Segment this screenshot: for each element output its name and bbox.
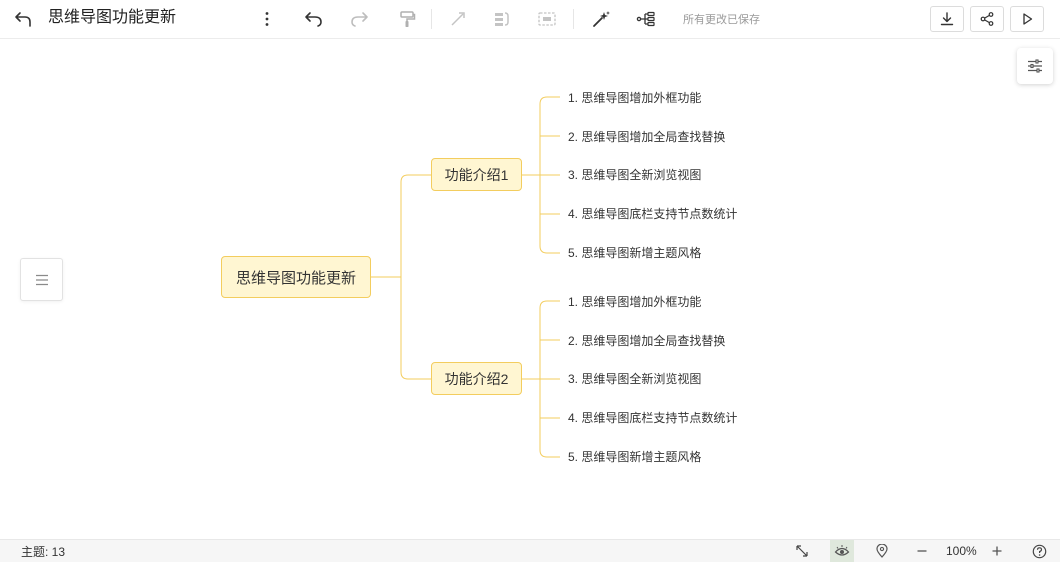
fit-screen-icon[interactable] (795, 540, 809, 562)
mindmap-connectors (371, 96, 560, 458)
branch-topic-2[interactable]: 功能介绍2 (431, 362, 522, 395)
leaf-topic[interactable]: 2. 思维导图增加全局查找替换 (568, 334, 725, 348)
branch-topic-1[interactable]: 功能介绍1 (431, 158, 522, 191)
leaf-topic[interactable]: 4. 思维导图底栏支持节点数统计 (568, 411, 737, 425)
zoom-out-icon[interactable] (916, 540, 928, 562)
leaf-topic[interactable]: 2. 思维导图增加全局查找替换 (568, 130, 725, 144)
leaf-topic[interactable]: 1. 思维导图增加外框功能 (568, 91, 701, 105)
leaf-topic[interactable]: 5. 思维导图新增主题风格 (568, 246, 701, 260)
root-topic[interactable]: 思维导图功能更新 (221, 256, 371, 298)
location-pin-icon[interactable] (876, 540, 888, 562)
zoom-level: 100% (946, 544, 977, 558)
status-bar: 主题: 13 100% (0, 539, 1060, 562)
zoom-in-icon[interactable] (991, 540, 1003, 562)
leaf-topic[interactable]: 4. 思维导图底栏支持节点数统计 (568, 207, 737, 221)
leaf-topic[interactable]: 1. 思维导图增加外框功能 (568, 295, 701, 309)
help-icon[interactable] (1032, 540, 1047, 562)
leaf-topic[interactable]: 5. 思维导图新增主题风格 (568, 450, 701, 464)
leaf-topic[interactable]: 3. 思维导图全新浏览视图 (568, 372, 701, 386)
view-mode-eye-icon[interactable] (834, 540, 850, 562)
topic-count: 主题: 13 (21, 544, 66, 559)
leaf-topic[interactable]: 3. 思维导图全新浏览视图 (568, 168, 701, 182)
